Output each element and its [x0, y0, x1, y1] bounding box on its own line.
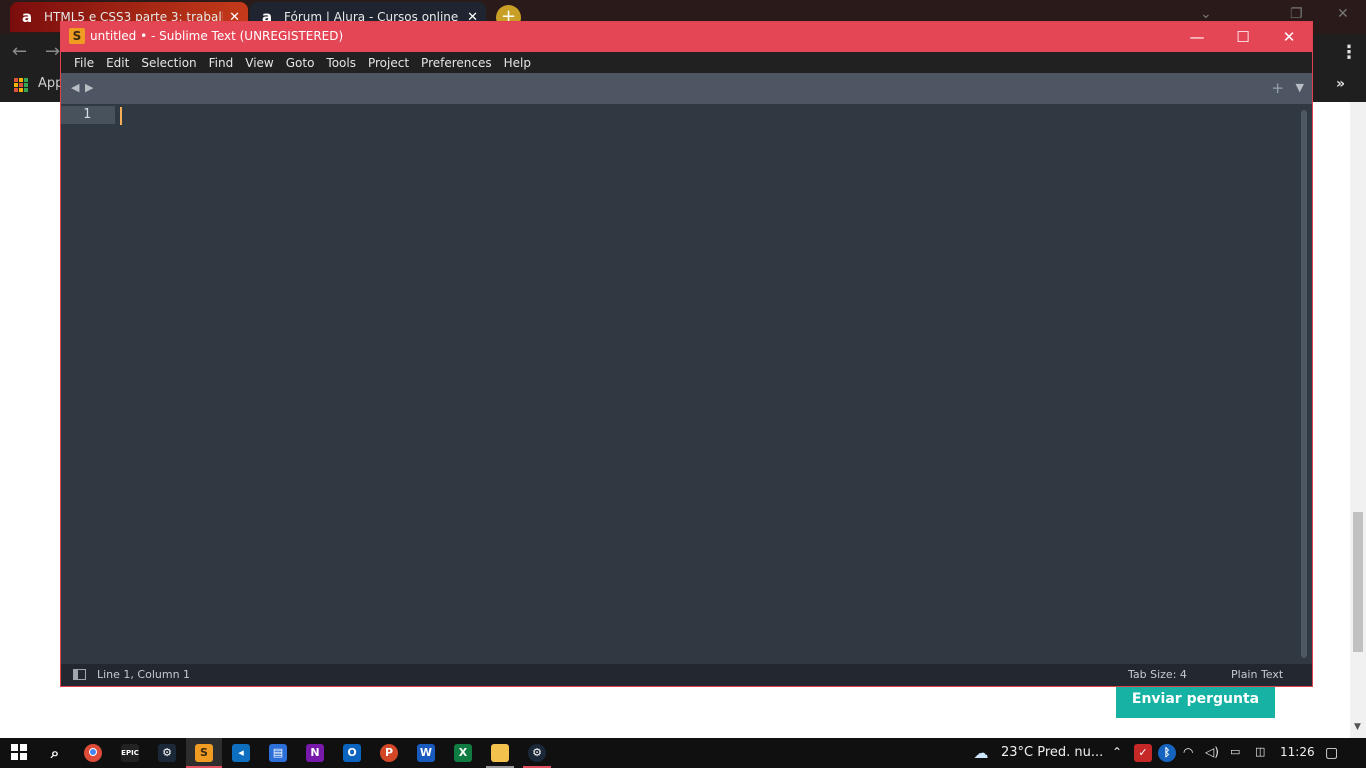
back-arrow-icon[interactable]: ←	[12, 41, 27, 62]
excel-icon[interactable]: X	[454, 744, 472, 762]
close-button[interactable]: ✕	[1277, 26, 1301, 48]
page-scrollbar[interactable]: ▼	[1350, 102, 1366, 738]
title-bar[interactable]: S untitled • - Sublime Text (UNREGISTERE…	[61, 22, 1312, 52]
status-bar: Line 1, Column 1 Tab Size: 4 Plain Text	[61, 664, 1312, 686]
cursor-position: Line 1, Column 1	[97, 668, 191, 681]
sidebar-toggle-icon[interactable]	[73, 669, 86, 680]
window-title: untitled • - Sublime Text (UNREGISTERED)	[90, 29, 344, 43]
menu-help[interactable]: Help	[498, 56, 537, 70]
onenote-icon[interactable]: N	[306, 744, 324, 762]
antivirus-icon[interactable]: ✓	[1134, 744, 1152, 762]
editor-scrollbar[interactable]	[1301, 110, 1307, 658]
menu-selection[interactable]: Selection	[135, 56, 202, 70]
alura-favicon-icon: a	[21, 8, 33, 26]
steam-icon[interactable]: ⚙	[158, 744, 176, 762]
sublime-window: S untitled • - Sublime Text (UNREGISTERE…	[60, 21, 1313, 687]
chrome-icon[interactable]	[84, 744, 102, 762]
tab-next-icon[interactable]: ▶	[85, 81, 93, 94]
store-icon[interactable]: ▤	[269, 744, 287, 762]
text-cursor	[120, 107, 122, 125]
send-question-button[interactable]: Enviar pergunta	[1116, 682, 1275, 718]
tab-dropdown-icon[interactable]: ▼	[1296, 81, 1304, 94]
maximize-button[interactable]: ☐	[1231, 26, 1255, 48]
minimize-button[interactable]: —	[1185, 26, 1209, 48]
outlook-icon[interactable]: O	[343, 744, 361, 762]
file-explorer-icon[interactable]	[491, 744, 509, 762]
menu-find[interactable]: Find	[203, 56, 240, 70]
meet-now-icon[interactable]: ◫	[1255, 745, 1265, 758]
apps-grid-icon[interactable]	[14, 78, 28, 92]
clock[interactable]: 11:26	[1280, 745, 1315, 759]
menu-preferences[interactable]: Preferences	[415, 56, 498, 70]
volume-icon[interactable]: ◁)	[1205, 745, 1219, 759]
tab-prev-icon[interactable]: ◀	[71, 81, 79, 94]
forward-arrow-icon[interactable]: →	[45, 41, 60, 62]
close-icon[interactable]: ✕	[1337, 6, 1349, 22]
wifi-icon[interactable]: ◠	[1183, 745, 1193, 759]
windows-start-icon[interactable]	[10, 744, 28, 762]
menu-bar: File Edit Selection Find View Goto Tools…	[61, 52, 1312, 73]
browser-menu-icon[interactable]: ⋮	[1340, 42, 1358, 63]
menu-view[interactable]: View	[239, 56, 279, 70]
chevron-down-icon[interactable]: ⌄	[1200, 6, 1212, 22]
chevron-up-icon[interactable]: ⌃	[1112, 745, 1122, 759]
syntax-selector[interactable]: Plain Text	[1231, 668, 1283, 681]
steam-icon[interactable]: ⚙	[528, 744, 546, 762]
tab-strip: ◀ ▶ + ▼	[61, 73, 1312, 104]
word-icon[interactable]: W	[417, 744, 435, 762]
menu-file[interactable]: File	[68, 56, 100, 70]
search-icon[interactable]: ⌕	[46, 744, 64, 762]
restore-icon[interactable]: ❐	[1290, 6, 1303, 22]
tab-size[interactable]: Tab Size: 4	[1128, 668, 1187, 681]
weather-cloud-icon[interactable]: ☁	[972, 744, 990, 762]
scroll-down-icon[interactable]: ▼	[1354, 722, 1361, 732]
sublime-logo-icon: S	[69, 28, 85, 44]
page-scroll-thumb[interactable]	[1353, 512, 1363, 652]
battery-icon[interactable]: ▭	[1230, 745, 1240, 758]
powerpoint-icon[interactable]: P	[380, 744, 398, 762]
new-tab-icon[interactable]: +	[1271, 79, 1284, 97]
notifications-icon[interactable]: ▢	[1325, 745, 1338, 761]
taskbar: ⌕ EPIC ⚙ S ◂ ▤ N O P W X ⚙ ☁ 23°C Pred. …	[0, 738, 1366, 768]
menu-goto[interactable]: Goto	[280, 56, 321, 70]
menu-tools[interactable]: Tools	[320, 56, 362, 70]
bluetooth-icon[interactable]: ᛒ	[1158, 744, 1176, 762]
bookmarks-overflow-icon[interactable]: »	[1336, 76, 1345, 92]
editor-area[interactable]: 1	[61, 104, 1312, 664]
menu-project[interactable]: Project	[362, 56, 415, 70]
weather-text[interactable]: 23°C Pred. nu...	[1001, 745, 1103, 760]
epic-games-icon[interactable]: EPIC	[121, 744, 139, 762]
menu-edit[interactable]: Edit	[100, 56, 135, 70]
line-number: 1	[61, 106, 115, 124]
sublime-taskbar-icon[interactable]: S	[195, 744, 213, 762]
vscode-icon[interactable]: ◂	[232, 744, 250, 762]
